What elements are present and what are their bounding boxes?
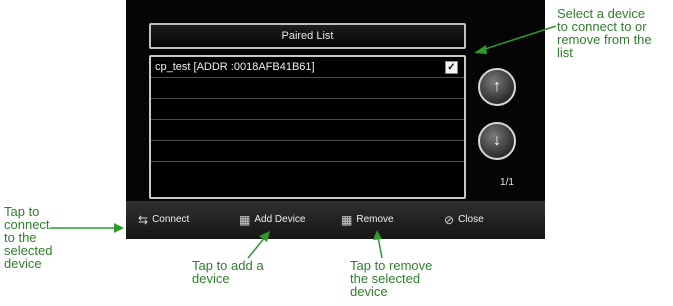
list-item[interactable]: cp_test [ADDR :0018AFB41B61] ✓ — [151, 57, 464, 78]
scroll-down-button[interactable]: ↓ — [478, 122, 516, 160]
close-button[interactable]: ⊘ Close — [444, 211, 484, 229]
arrow-up-icon: ↑ — [493, 78, 501, 95]
callout-arrow-remove — [373, 230, 383, 259]
device-checkbox[interactable]: ✓ — [445, 61, 458, 74]
callout-add-device: Tap to add a device — [192, 258, 264, 286]
scroll-up-button[interactable]: ↑ — [478, 68, 516, 106]
list-item-empty — [151, 120, 464, 141]
list-item-empty — [151, 99, 464, 120]
remove-icon: ▦ — [341, 213, 353, 227]
arrow-down-icon: ↓ — [493, 132, 501, 149]
callout-connect: Tap to connect to the selected device — [4, 204, 53, 271]
remove-label: Remove — [356, 214, 394, 225]
callout-arrow-select — [474, 25, 557, 54]
paired-list-title: Paired List — [149, 23, 466, 49]
close-label: Close — [458, 214, 484, 225]
add-device-icon: ▦ — [239, 213, 251, 227]
paired-list[interactable]: cp_test [ADDR :0018AFB41B61] ✓ — [149, 55, 466, 199]
device-name: cp_test [ADDR :0018AFB41B61] — [155, 61, 315, 73]
remove-button[interactable]: ▦ Remove — [341, 211, 394, 229]
connect-button[interactable]: ⇆ Connect — [138, 211, 189, 229]
connect-label: Connect — [152, 214, 190, 225]
list-item-empty — [151, 78, 464, 99]
bottom-toolbar: ⇆ Connect ▦ Add Device ▦ Remove ⊘ Close — [126, 201, 545, 239]
add-device-label: Add Device — [254, 214, 306, 225]
connect-icon: ⇆ — [138, 213, 149, 227]
callout-arrow-add — [247, 231, 270, 259]
callout-select-device: Select a device to connect to or remove … — [557, 6, 652, 60]
close-icon: ⊘ — [444, 213, 455, 227]
callout-arrow-connect — [50, 223, 124, 233]
page-indicator: 1/1 — [500, 177, 514, 188]
list-item-empty — [151, 162, 464, 182]
list-item-empty — [151, 141, 464, 162]
add-device-button[interactable]: ▦ Add Device — [239, 211, 305, 229]
callout-remove: Tap to remove the selected device — [350, 258, 433, 299]
